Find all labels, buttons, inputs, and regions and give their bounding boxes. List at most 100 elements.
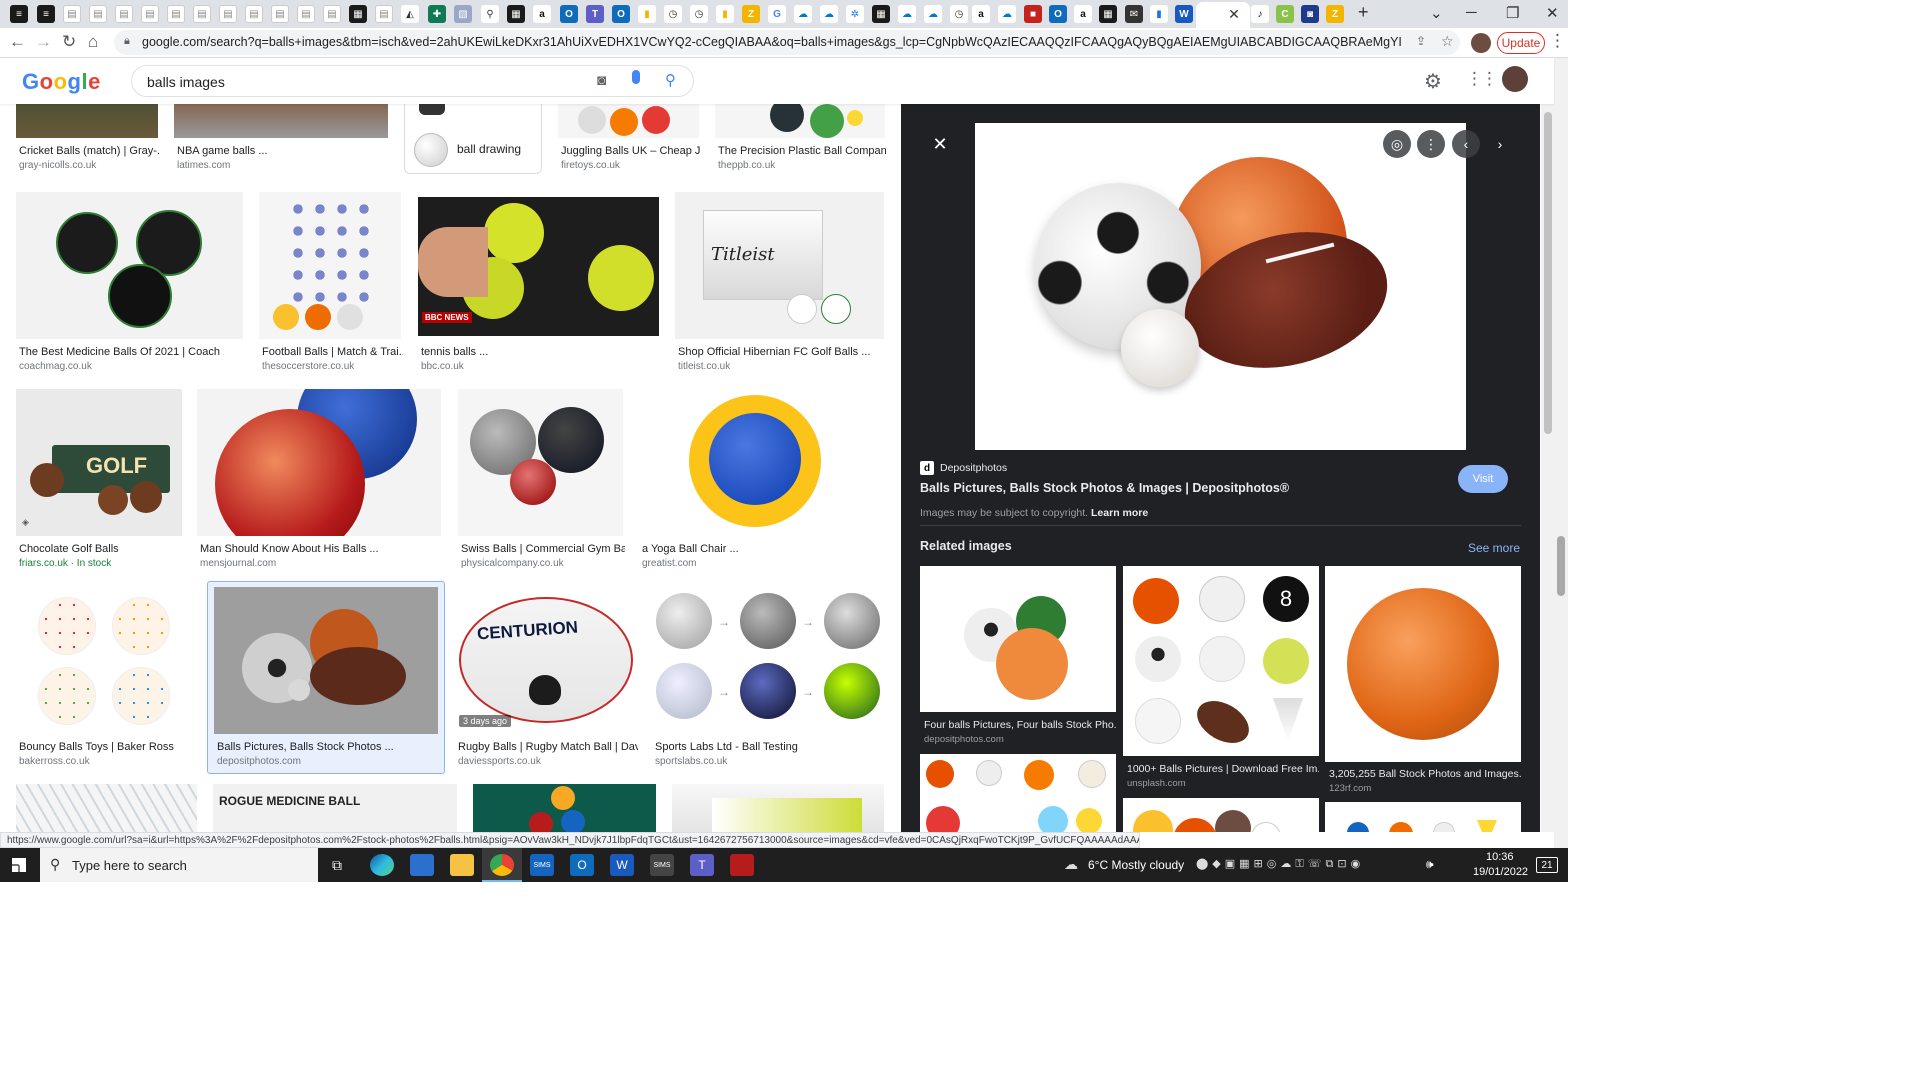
lens-search-icon[interactable]: ◎ xyxy=(1383,130,1411,158)
close-preview-icon[interactable]: ✕ xyxy=(926,130,954,158)
amazon-tab-icon[interactable]: a xyxy=(533,5,551,23)
ball-drawing-thumb[interactable] xyxy=(414,133,448,167)
result-title[interactable]: Chocolate Golf Balls xyxy=(19,543,183,555)
reload-icon[interactable]: ↻ xyxy=(62,32,76,52)
see-more-link[interactable]: See more xyxy=(1468,541,1520,555)
outlook-tab-icon[interactable]: O xyxy=(612,5,630,23)
result-title[interactable]: Football Balls | Match & Trai... xyxy=(262,346,403,358)
clock-tab-icon[interactable]: ◷ xyxy=(950,5,968,23)
result-tile[interactable]: The Best Medicine Balls Of 2021 | Coach … xyxy=(16,192,244,372)
page-scrollbar-thumb[interactable] xyxy=(1557,536,1565,596)
document-tab-icon[interactable]: ▤ xyxy=(323,5,341,23)
image-tab-icon[interactable]: ▧ xyxy=(454,5,472,23)
result-title[interactable]: Sports Labs Ltd - Ball Testing xyxy=(655,741,886,753)
back-icon[interactable]: ← xyxy=(9,32,26,52)
result-tile[interactable]: a Yoga Ball Chair ... greatist.com xyxy=(639,389,885,571)
star-tab-icon[interactable]: ✲ xyxy=(846,5,864,23)
settings-gear-icon[interactable]: ⚙ xyxy=(1424,69,1442,94)
related-image[interactable] xyxy=(1325,566,1521,762)
close-tab-icon[interactable]: ✕ xyxy=(1225,5,1243,23)
weather-cloud-icon[interactable]: ☁ xyxy=(1064,856,1078,873)
result-title[interactable]: Juggling Balls UK – Cheap J... xyxy=(561,145,701,157)
z-tab-icon[interactable]: Z xyxy=(742,5,760,23)
result-image[interactable] xyxy=(16,104,158,138)
edge-icon[interactable] xyxy=(370,854,394,876)
chart-tab-icon[interactable]: ▮ xyxy=(638,5,656,23)
result-image[interactable]: GOLF ◈ xyxy=(16,389,182,536)
related-image[interactable]: 8 xyxy=(1123,566,1319,756)
bookmark-star-icon[interactable]: ☆ xyxy=(1441,33,1454,50)
result-image[interactable]: Titleist xyxy=(675,192,884,339)
chevron-down-icon[interactable]: ⌄ xyxy=(1430,4,1443,22)
preview-scrollbar[interactable] xyxy=(1541,104,1554,832)
drawing-tab-icon[interactable]: ◭ xyxy=(401,5,419,23)
clock-tab-icon[interactable]: ◷ xyxy=(690,5,708,23)
result-tile[interactable]: Football Balls | Match & Trai... thesocc… xyxy=(259,192,403,372)
result-image[interactable] xyxy=(558,104,699,138)
result-tile[interactable]: The Precision Plastic Ball Compan... the… xyxy=(715,104,886,171)
address-bar[interactable]: 🔒︎ google.com/search?q=balls+images&tbm=… xyxy=(114,30,1460,55)
preview-title[interactable]: Balls Pictures, Balls Stock Photos & Ima… xyxy=(920,481,1289,495)
document-tab-icon[interactable]: ▤ xyxy=(141,5,159,23)
account-avatar[interactable] xyxy=(1502,66,1528,92)
document-tab-icon[interactable]: ▤ xyxy=(193,5,211,23)
result-tile[interactable]: Titleist Shop Official Hibernian FC Golf… xyxy=(675,192,885,372)
result-image[interactable] xyxy=(458,389,623,536)
pin-tab-icon[interactable]: ⚲ xyxy=(481,5,499,23)
minimize-icon[interactable]: ─ xyxy=(1466,4,1477,21)
result-title[interactable]: Rugby Balls | Rugby Match Ball | Davi... xyxy=(458,741,638,753)
result-tile[interactable] xyxy=(473,784,657,832)
chrome-icon[interactable] xyxy=(490,854,514,876)
result-image[interactable] xyxy=(214,587,438,734)
result-image[interactable] xyxy=(174,104,388,138)
teams-icon[interactable]: T xyxy=(690,854,714,876)
search-input[interactable]: balls images xyxy=(147,74,225,90)
clock-tab-icon[interactable]: ◷ xyxy=(664,5,682,23)
result-tile[interactable]: Bouncy Balls Toys | Baker Ross bakerross… xyxy=(16,587,198,769)
result-title[interactable]: The Precision Plastic Ball Compan... xyxy=(718,145,886,157)
result-image[interactable]: CENTURION 3 days ago xyxy=(455,587,636,734)
result-title[interactable]: Cricket Balls (match) | Gray-... xyxy=(19,145,161,157)
result-title[interactable]: The Best Medicine Balls Of 2021 | Coach xyxy=(19,346,245,358)
result-image[interactable]: BBC NEWS xyxy=(418,197,659,336)
outlook-tab-icon[interactable]: O xyxy=(560,5,578,23)
result-tile[interactable]: Juggling Balls UK – Cheap J... firetoys.… xyxy=(558,104,701,171)
news-tab-icon[interactable]: ▦ xyxy=(1099,5,1117,23)
result-title[interactable]: Man Should Know About His Balls ... xyxy=(200,543,443,555)
tab-icon[interactable]: ≡ xyxy=(10,5,28,23)
sims-icon[interactable]: SIMS xyxy=(530,854,554,876)
result-tile[interactable]: BBC NEWS tennis balls ... bbc.co.uk xyxy=(418,192,660,372)
result-title[interactable]: Balls Pictures, Balls Stock Photos ... xyxy=(217,741,439,753)
related-title[interactable]: Four balls Pictures, Four balls Stock Ph… xyxy=(924,719,1116,731)
document-tab-icon[interactable]: ▤ xyxy=(89,5,107,23)
result-tile[interactable]: Cricket Balls (match) | Gray-... gray-ni… xyxy=(16,104,161,171)
related-image[interactable] xyxy=(1325,802,1521,832)
cloud-tab-icon[interactable]: ☁ xyxy=(898,5,916,23)
result-tile[interactable]: Swiss Balls | Commercial Gym Ba... physi… xyxy=(458,389,625,571)
taskbar-search-input[interactable]: Type here to search xyxy=(72,858,187,873)
related-title[interactable]: 3,205,255 Ball Stock Photos and Images..… xyxy=(1329,768,1521,780)
google-logo[interactable]: Google xyxy=(22,69,101,95)
result-title[interactable]: Swiss Balls | Commercial Gym Ba... xyxy=(461,543,625,555)
result-tile[interactable]: NBA game balls ... latimes.com xyxy=(174,104,388,171)
task-view-icon[interactable]: ⧉ xyxy=(332,857,342,874)
document-tab-icon[interactable]: ▤ xyxy=(297,5,315,23)
windows-start-icon[interactable] xyxy=(12,858,26,872)
result-title[interactable]: Shop Official Hibernian FC Golf Balls ..… xyxy=(678,346,886,358)
document-tab-icon[interactable]: ▤ xyxy=(271,5,289,23)
notifications-badge[interactable]: 21 xyxy=(1536,857,1558,873)
word-icon[interactable]: W xyxy=(610,854,634,876)
related-image[interactable] xyxy=(920,566,1116,712)
system-tray-icons[interactable]: ⬤◆▣▦⊞◎☁⚿☏⧉⊡◉ xyxy=(1196,857,1364,871)
app-icon[interactable] xyxy=(730,854,754,876)
document-tab-icon[interactable]: ▤ xyxy=(245,5,263,23)
sims-icon[interactable]: SIMS xyxy=(650,854,674,876)
cloud-tab-icon[interactable]: ☁ xyxy=(998,5,1016,23)
document-tab-icon[interactable]: ▤ xyxy=(115,5,133,23)
result-tile-selected[interactable]: Balls Pictures, Balls Stock Photos ... d… xyxy=(214,587,439,769)
word-tab-icon[interactable]: W xyxy=(1175,5,1193,23)
home-icon[interactable]: ⌂ xyxy=(88,32,98,52)
cloud-tab-icon[interactable]: ☁ xyxy=(820,5,838,23)
document-tab-icon[interactable]: ▤ xyxy=(63,5,81,23)
volume-icon[interactable]: 🕪︎ xyxy=(1426,857,1434,872)
